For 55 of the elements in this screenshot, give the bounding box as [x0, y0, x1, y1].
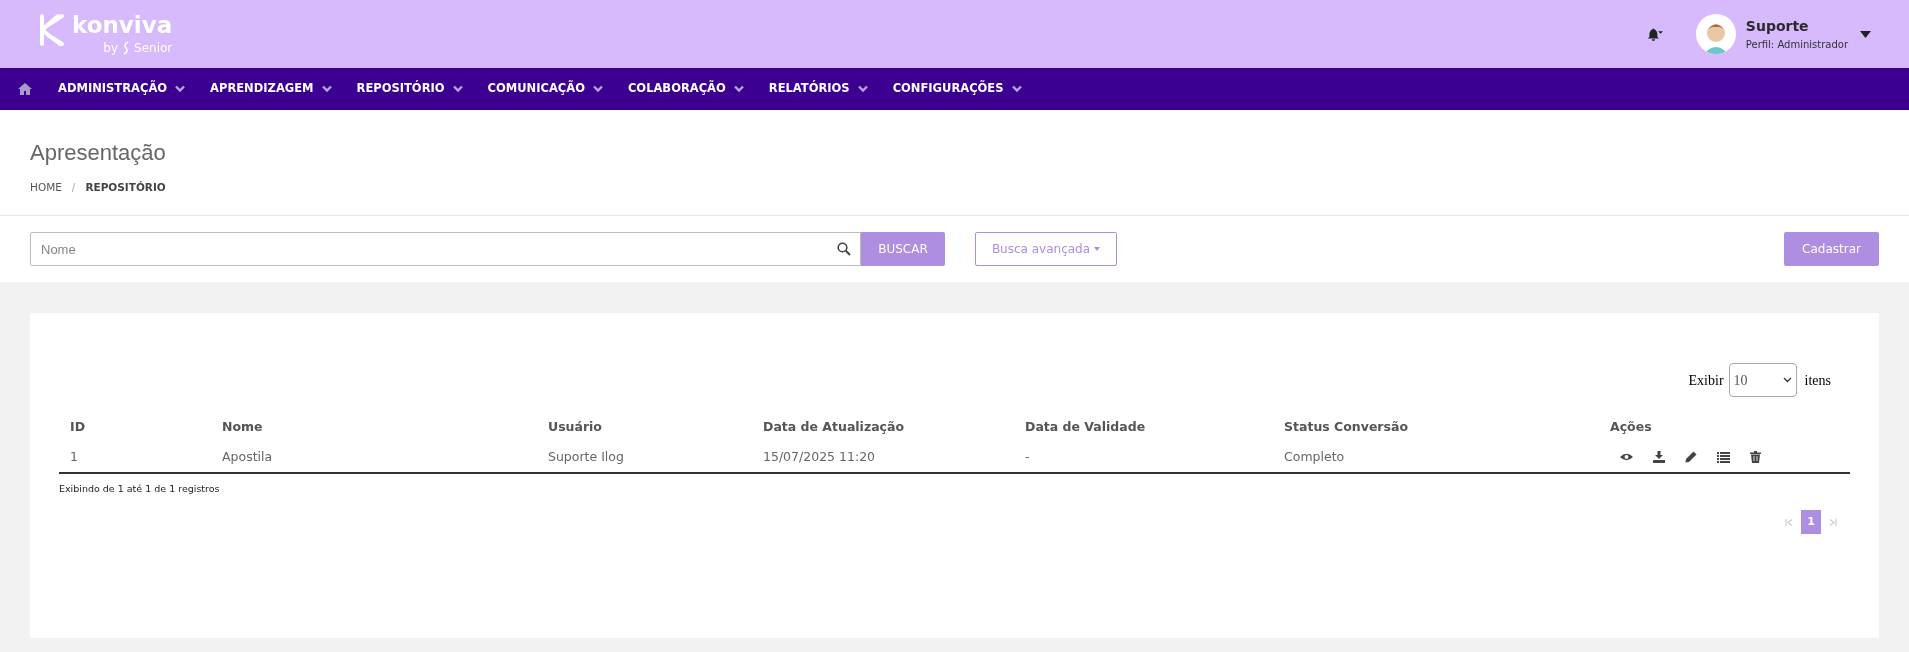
nav-menu-item[interactable]: CONFIGURAÇÕES	[892, 80, 1022, 98]
records-info: Exibindo de 1 até 1 de 1 registros	[59, 482, 221, 496]
table-cell: Completo	[1284, 448, 1345, 464]
breadcrumb-separator: /	[71, 180, 76, 195]
table-cell: 1	[70, 448, 78, 464]
chevron-down-icon	[321, 85, 332, 93]
breadcrumb-item[interactable]: HOME	[30, 180, 62, 196]
nav-menu-item[interactable]: COMUNICAÇÃO	[487, 80, 603, 98]
chevron-down-icon	[1782, 377, 1792, 383]
table-cell: Apostila	[222, 448, 273, 464]
eye-icon[interactable]	[1620, 452, 1633, 462]
logo-wordmark: konviva	[72, 11, 173, 39]
list-icon[interactable]	[1717, 451, 1730, 463]
pencil-icon[interactable]	[1685, 451, 1697, 463]
user-name: Suporte	[1745, 17, 1810, 36]
chevron-down-icon	[452, 85, 463, 93]
column-header: Usuário	[548, 418, 602, 434]
chevron-down-icon	[175, 85, 186, 93]
caret-icon	[1094, 247, 1101, 251]
page-size-select[interactable]: 10	[1728, 363, 1797, 397]
column-header: Data de Atualização	[763, 418, 905, 434]
nav-menu-item[interactable]: REPOSITÓRIO	[356, 80, 463, 98]
chevron-down-icon	[1011, 85, 1022, 93]
nav-menu-item[interactable]: RELATÓRIOS	[768, 80, 868, 98]
senior-logo-icon	[122, 41, 131, 55]
column-header: Ações	[1610, 418, 1652, 434]
table-cell: Suporte Ilog	[548, 448, 624, 464]
chevron-down-icon	[592, 85, 603, 93]
caret-icon[interactable]	[1860, 30, 1871, 38]
logo-icon	[38, 13, 66, 47]
chevron-down-icon	[733, 85, 744, 93]
nav-menu-item[interactable]: ADMINISTRAÇÃO	[58, 80, 186, 98]
bell-icon	[1646, 26, 1663, 42]
column-header: Nome	[222, 418, 263, 434]
page-size-label: Exibir	[1688, 371, 1724, 390]
logo-brand: Senior	[134, 40, 173, 57]
table-cell: 15/07/2025 11:20	[763, 448, 876, 464]
user-profile: Perfil: Administrador	[1745, 38, 1848, 52]
logo-tagline: by	[103, 40, 119, 57]
column-header: Status Conversão	[1284, 418, 1408, 434]
search-icon[interactable]	[837, 242, 851, 256]
page-size-unit: itens	[1804, 371, 1831, 390]
download-icon[interactable]	[1653, 451, 1665, 463]
column-header: Data de Validade	[1025, 418, 1146, 434]
breadcrumb-item: REPOSITÓRIO	[85, 180, 166, 195]
search-field[interactable]: Nome	[30, 232, 861, 266]
page-title: Apresentação	[30, 140, 167, 166]
column-header: ID	[70, 418, 86, 434]
chevron-down-icon	[857, 85, 868, 93]
trash-icon[interactable]	[1750, 451, 1761, 463]
notifications-button[interactable]	[1646, 26, 1663, 42]
home-icon[interactable]	[18, 83, 32, 95]
nav-menu-item[interactable]: COLABORAÇÃO	[627, 80, 744, 98]
table-cell: -	[1025, 448, 1030, 464]
nav-menu-item[interactable]: APRENDIZAGEM	[210, 80, 332, 98]
